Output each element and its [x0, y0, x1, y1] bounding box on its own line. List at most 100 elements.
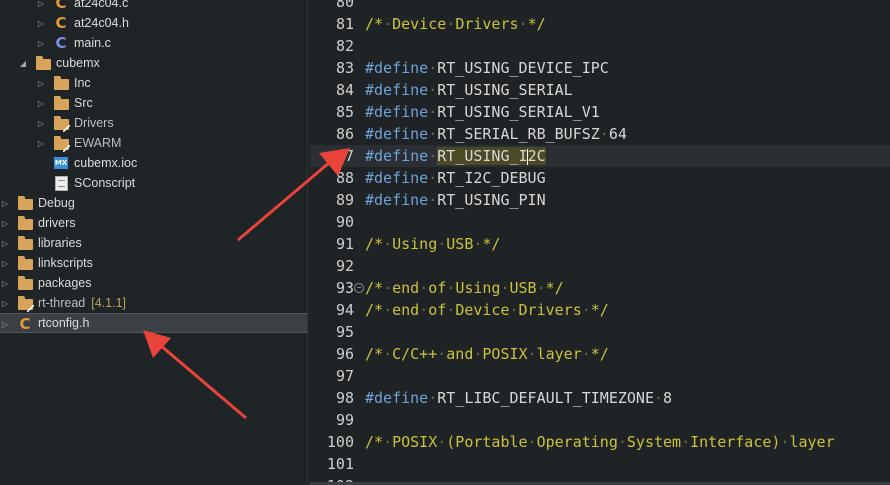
expand-arrow-icon[interactable]: ▷ [36, 0, 46, 9]
line-number: 87 [335, 147, 354, 165]
tree-item[interactable]: ▷ linkscripts [0, 253, 307, 273]
tree-item-label: rtconfig.h [38, 316, 90, 330]
code-line[interactable]: 85 #define·RT_USING_SERIAL_V1 [310, 101, 890, 123]
line-number: 85 [335, 103, 354, 121]
line-number: 80 [335, 0, 354, 11]
line-number: 99 [335, 411, 354, 429]
tree-item-label: EWARM [74, 136, 122, 150]
expand-arrow-icon[interactable]: ▷ [36, 17, 46, 29]
tree-item[interactable]: ▷ Drivers [0, 113, 307, 133]
folder-icon [17, 275, 33, 291]
code-line[interactable]: 96 /*·C/C++·and·POSIX·layer·*/ [310, 343, 890, 365]
line-number: 84 [335, 81, 354, 99]
tree-item[interactable]: ▷ Inc [0, 73, 307, 93]
code-text: #define·RT_LIBC_DEFAULT_TIMEZONE·8 [365, 389, 673, 407]
tree-item-label: libraries [38, 236, 82, 250]
expand-arrow-icon[interactable]: ▷ [36, 97, 46, 109]
folder-icon [17, 215, 33, 231]
code-line[interactable]: 99 [310, 409, 890, 431]
code-text: #define·RT_USING_I2C [365, 147, 546, 165]
code-line[interactable]: 86 #define·RT_SERIAL_RB_BUFSZ·64 [310, 123, 890, 145]
line-number: 92 [335, 257, 354, 275]
expand-arrow-icon[interactable]: ▷ [0, 217, 10, 229]
code-text: #define·RT_I2C_DEBUG [365, 169, 546, 187]
line-number: 91 [335, 235, 354, 253]
code-text: #define·RT_USING_SERIAL [365, 81, 573, 99]
code-line[interactable]: 91 /*·Using·USB·*/ [310, 233, 890, 255]
code-text: /*·end·of·Device·Drivers·*/ [365, 301, 609, 319]
tree-item[interactable]: ▷ packages [0, 273, 307, 293]
code-line[interactable]: 92 [310, 255, 890, 277]
code-text: #define·RT_USING_SERIAL_V1 [365, 103, 600, 121]
folder-icon [17, 255, 33, 271]
expand-arrow-icon[interactable]: ▷ [36, 137, 46, 149]
tree-item[interactable]: ▷ Cmain.c [0, 33, 307, 53]
code-line[interactable]: 81 /*·Device·Drivers·*/ [310, 13, 890, 35]
fold-toggle-icon[interactable]: − [354, 283, 364, 293]
text-file-icon [53, 175, 69, 191]
tree-item[interactable]: SConscript [0, 173, 307, 193]
tree-item[interactable]: ◢ cubemx [0, 53, 307, 73]
c-header-file-icon: C [19, 315, 31, 333]
expand-arrow-icon[interactable]: ▷ [0, 257, 10, 269]
c-source-file-icon: C [55, 0, 67, 12]
code-line[interactable]: 97 [310, 365, 890, 387]
tree-item[interactable]: ▷ EWARM [0, 133, 307, 153]
tree-item[interactable]: MX cubemx.ioc [0, 153, 307, 173]
collapse-arrow-icon[interactable]: ◢ [18, 57, 28, 69]
folder-icon [53, 135, 70, 152]
tree-item[interactable]: ▷ Cat24c04.h [0, 13, 307, 33]
line-number: 100 [326, 433, 354, 451]
code-line[interactable]: 94 /*·end·of·Device·Drivers·*/ [310, 299, 890, 321]
code-line[interactable]: 80 [310, 0, 890, 13]
tree-item-label: Debug [38, 196, 75, 210]
tree-item[interactable]: ▷ Debug [0, 193, 307, 213]
code-editor[interactable]: 80 81 /*·Device·Drivers·*/ 82 83 #define·RT_U… [310, 0, 890, 485]
expand-arrow-icon[interactable]: ▷ [0, 197, 10, 209]
line-number: 90 [335, 213, 354, 231]
folder-icon [17, 295, 34, 312]
line-number: 97 [335, 367, 354, 385]
expand-arrow-icon[interactable]: ▷ [36, 77, 46, 89]
expand-arrow-icon[interactable]: ▷ [36, 117, 46, 129]
expand-arrow-icon[interactable]: ▷ [0, 297, 10, 309]
code-line[interactable]: 89 #define·RT_USING_PIN [310, 189, 890, 211]
folder-icon [53, 75, 69, 91]
tree-item-label: cubemx.ioc [74, 156, 138, 170]
code-line[interactable]: 83 #define·RT_USING_DEVICE_IPC [310, 57, 890, 79]
folder-icon [53, 115, 70, 132]
code-line[interactable]: 84 #define·RT_USING_SERIAL [310, 79, 890, 101]
line-number: 98 [335, 389, 354, 407]
expand-arrow-icon[interactable]: ▷ [0, 277, 10, 289]
line-number: 89 [335, 191, 354, 209]
folder-icon [53, 95, 69, 111]
expand-arrow-icon[interactable]: ▷ [0, 237, 10, 249]
code-line[interactable]: 100 /*·POSIX·(Portable·Operating·System·I… [310, 431, 890, 453]
code-line[interactable]: 88 #define·RT_I2C_DEBUG [310, 167, 890, 189]
tree-item[interactable]: ▷ libraries [0, 233, 307, 253]
code-line[interactable]: 101 [310, 453, 890, 475]
code-line[interactable]: 82 [310, 35, 890, 57]
tree-item[interactable]: ▷ drivers [0, 213, 307, 233]
tree-item[interactable]: ▷ Src [0, 93, 307, 113]
expand-arrow-icon[interactable]: ▷ [0, 318, 10, 330]
code-text: /*·POSIX·(Portable·Operating·System·Inte… [365, 433, 835, 451]
tree-item-label: at24c04.h [74, 16, 129, 30]
code-text: /*·Device·Drivers·*/ [365, 15, 546, 33]
code-line[interactable]: 87 #define·RT_USING_I2C [310, 145, 890, 167]
code-line[interactable]: 95 [310, 321, 890, 343]
line-number: 94 [335, 301, 354, 319]
tree-item[interactable]: ▷ Cat24c04.c [0, 0, 307, 13]
code-line[interactable]: 98 #define·RT_LIBC_DEFAULT_TIMEZONE·8 [310, 387, 890, 409]
line-number: 88 [335, 169, 354, 187]
line-number: 101 [326, 455, 354, 473]
tree-item-label: main.c [74, 36, 111, 50]
folder-icon [17, 235, 33, 251]
tree-item[interactable]: ▷ Crtconfig.h [0, 313, 307, 333]
code-line[interactable]: 90 [310, 211, 890, 233]
line-number: 82 [335, 37, 354, 55]
code-line[interactable]: 93−/*·end·of·Using·USB·*/ [310, 277, 890, 299]
tree-item[interactable]: ▷ rt-thread [4.1.1] [0, 293, 307, 313]
code-text: /*·Using·USB·*/ [365, 235, 501, 253]
expand-arrow-icon[interactable]: ▷ [36, 37, 46, 49]
